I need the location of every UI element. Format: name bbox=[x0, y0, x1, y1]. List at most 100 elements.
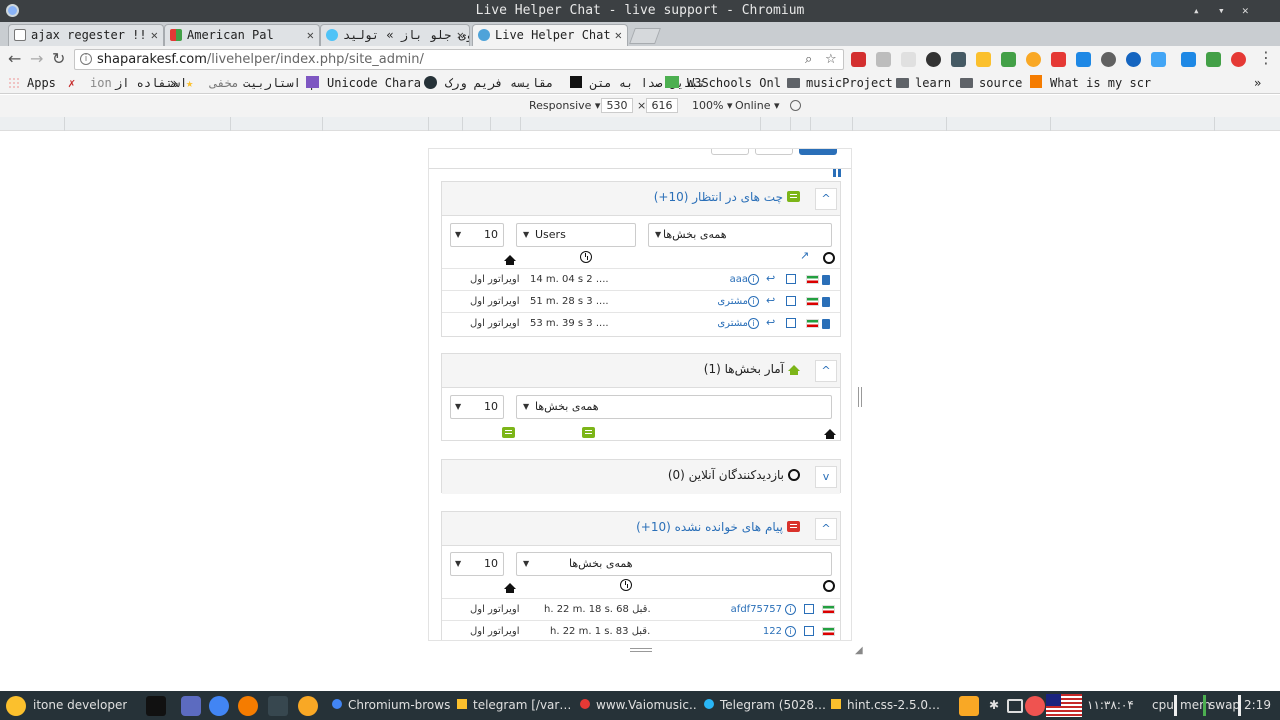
delete-icon[interactable] bbox=[822, 319, 830, 329]
resize-handle-bottom[interactable] bbox=[630, 648, 652, 652]
open-new-window-icon[interactable] bbox=[804, 604, 814, 614]
bookmark-unicode[interactable]: Unicode Chara bbox=[306, 72, 421, 94]
tab-live-helper-chat[interactable]: Live Helper Chat ✕ bbox=[472, 24, 628, 46]
expand-toggle[interactable]: v bbox=[815, 466, 837, 488]
reload-button[interactable]: ↻ bbox=[52, 49, 65, 68]
bookmark-folder-musicproject[interactable]: musicProject bbox=[787, 72, 893, 94]
task-telegram[interactable]: Telegram (5028… bbox=[704, 691, 826, 720]
grid-extension-icon[interactable] bbox=[1181, 52, 1196, 67]
tab-ajax-regester[interactable]: ajax regester !! ✕ bbox=[8, 24, 164, 46]
reply-icon[interactable]: ↩ bbox=[766, 317, 775, 329]
device-mode-select[interactable]: Responsive ▾ bbox=[529, 95, 600, 117]
open-new-window-icon[interactable] bbox=[804, 626, 814, 636]
more-bookmarks-button[interactable]: » bbox=[1254, 72, 1261, 94]
bookmark-star-icon[interactable]: ☆ bbox=[825, 50, 837, 69]
header-primary-button[interactable] bbox=[799, 149, 837, 155]
minimize-button[interactable]: ▴ bbox=[1193, 0, 1200, 22]
delete-icon[interactable] bbox=[822, 275, 830, 285]
delete-icon[interactable] bbox=[822, 297, 830, 307]
start-menu-icon[interactable] bbox=[6, 696, 26, 716]
bluetooth-icon[interactable]: ✱ bbox=[989, 691, 999, 720]
resize-handle-right[interactable] bbox=[858, 387, 862, 407]
widgets-grid-icon[interactable] bbox=[833, 169, 841, 177]
extension-icon[interactable] bbox=[876, 52, 891, 67]
tab-manteau[interactable]: مانوی جلو باز » تولید ✕ bbox=[320, 24, 470, 46]
forward-button[interactable]: → bbox=[30, 49, 43, 68]
us-flag-keyboard-icon[interactable] bbox=[1046, 694, 1082, 717]
tab-american-pal[interactable]: American Pal ✕ bbox=[164, 24, 320, 46]
limit-select[interactable]: ▼ 10 bbox=[450, 552, 504, 576]
terminal-icon[interactable] bbox=[268, 696, 288, 716]
department-stats-title[interactable]: آمار بخش‌ها (1) bbox=[704, 362, 800, 376]
color-picker-extension-icon[interactable] bbox=[951, 52, 966, 67]
department-filter-select[interactable]: ▼ همه‌ی بخش‌ها bbox=[516, 552, 832, 576]
maximize-button[interactable]: ▾ bbox=[1218, 0, 1225, 22]
search-icon[interactable]: ⌕ bbox=[805, 50, 812, 69]
new-tab-button[interactable] bbox=[629, 28, 661, 44]
pending-chats-title[interactable]: چت های در انتظار (10+) bbox=[654, 190, 800, 204]
reply-icon[interactable]: ↩ bbox=[766, 295, 775, 307]
limit-select[interactable]: ▼ 10 bbox=[450, 395, 504, 419]
table-row[interactable]: ↩ i مشتری 51 m. 28 s 3 .... اویراتور اول bbox=[442, 290, 840, 312]
task-chromium[interactable]: Chromium-brows… bbox=[332, 691, 450, 720]
close-tab-icon[interactable]: ✕ bbox=[307, 25, 314, 45]
bookmark-4[interactable]: استاربیت | bbox=[243, 72, 315, 94]
visitor-nick-link[interactable]: afdf75757 bbox=[731, 599, 782, 620]
close-window-button[interactable]: ✕ bbox=[1242, 0, 1249, 22]
collapse-toggle[interactable]: ^ bbox=[815, 518, 837, 540]
site-info-icon[interactable]: i bbox=[80, 53, 92, 65]
task-vaiomusic[interactable]: www.Vaiomusic.… bbox=[580, 691, 698, 720]
viewport-width-input[interactable]: 530 bbox=[601, 98, 633, 113]
extension-icon[interactable] bbox=[976, 52, 991, 67]
info-icon[interactable]: i bbox=[748, 296, 759, 307]
star-bookmark-icon[interactable]: ★ bbox=[186, 72, 193, 94]
address-bar[interactable]: i shaparakesf.com/livehelper/index.php/s… bbox=[74, 49, 844, 70]
viewport-height-input[interactable]: 616 bbox=[646, 98, 678, 113]
open-new-window-icon[interactable] bbox=[786, 296, 796, 306]
bookmark-apps[interactable]: Apps bbox=[8, 72, 56, 94]
header-button[interactable] bbox=[755, 149, 793, 155]
extension-icon[interactable] bbox=[1206, 52, 1221, 67]
department-filter-select[interactable]: ▼ همه‌ی بخش‌ها bbox=[516, 395, 832, 419]
update-icon[interactable] bbox=[1025, 696, 1045, 716]
department-filter-select[interactable]: همه‌ی بخش‌ها ▼ bbox=[648, 223, 832, 247]
intellij-icon[interactable] bbox=[146, 696, 166, 716]
open-new-window-icon[interactable] bbox=[786, 318, 796, 328]
info-icon[interactable]: i bbox=[785, 604, 796, 615]
chromium-icon[interactable] bbox=[209, 696, 229, 716]
info-icon[interactable]: i bbox=[785, 626, 796, 637]
info-icon[interactable]: i bbox=[748, 274, 759, 285]
media-player-icon[interactable] bbox=[238, 696, 258, 716]
limit-select[interactable]: ▼ 10 bbox=[450, 223, 504, 247]
table-row[interactable]: i afdf75757 h. 22 m. 18 s. 68 قبل. اویرا… bbox=[442, 598, 840, 620]
browser-menu-button[interactable]: ⋮ bbox=[1258, 48, 1274, 67]
rotate-icon[interactable] bbox=[790, 100, 801, 111]
files-icon[interactable] bbox=[181, 696, 201, 716]
table-row[interactable]: ↩ i aaa 14 m. 04 s 2 .... اویراتور اول bbox=[442, 268, 840, 290]
bookmark-frameworks[interactable]: مقایسه فریم ورک bbox=[424, 72, 553, 94]
collapse-toggle[interactable]: ^ bbox=[815, 360, 837, 382]
bookmark-3[interactable]: مخفی bbox=[210, 72, 239, 94]
extension-icon[interactable] bbox=[1051, 52, 1066, 67]
extension-icon[interactable] bbox=[1101, 52, 1116, 67]
collapse-toggle[interactable]: ^ bbox=[815, 188, 837, 210]
visitor-nick-link[interactable]: مشتری bbox=[717, 291, 748, 312]
close-tab-icon[interactable]: ✕ bbox=[457, 25, 464, 45]
visitor-nick-link[interactable]: مشتری bbox=[717, 313, 748, 334]
extension-icon[interactable] bbox=[901, 52, 916, 67]
close-tab-icon[interactable]: ✕ bbox=[151, 25, 158, 45]
zoom-select[interactable]: 100% ▾ bbox=[692, 95, 732, 117]
extension-icon[interactable] bbox=[926, 52, 941, 67]
header-button[interactable] bbox=[711, 149, 749, 155]
flag-extension-icon[interactable] bbox=[1001, 52, 1016, 67]
reply-icon[interactable]: ↩ bbox=[766, 273, 775, 285]
open-new-window-icon[interactable] bbox=[786, 274, 796, 284]
extension-icon[interactable] bbox=[1231, 52, 1246, 67]
resize-handle-corner[interactable]: ◢ bbox=[855, 645, 863, 656]
bookmark-what-is-my[interactable]: What is my scr bbox=[1030, 72, 1151, 94]
archive-icon[interactable] bbox=[959, 696, 979, 716]
angular-extension-icon[interactable] bbox=[851, 52, 866, 67]
info-icon[interactable]: i bbox=[748, 318, 759, 329]
visitor-nick-link[interactable]: 122 bbox=[763, 621, 782, 640]
bookmark-folder-learn[interactable]: learn bbox=[896, 72, 951, 94]
